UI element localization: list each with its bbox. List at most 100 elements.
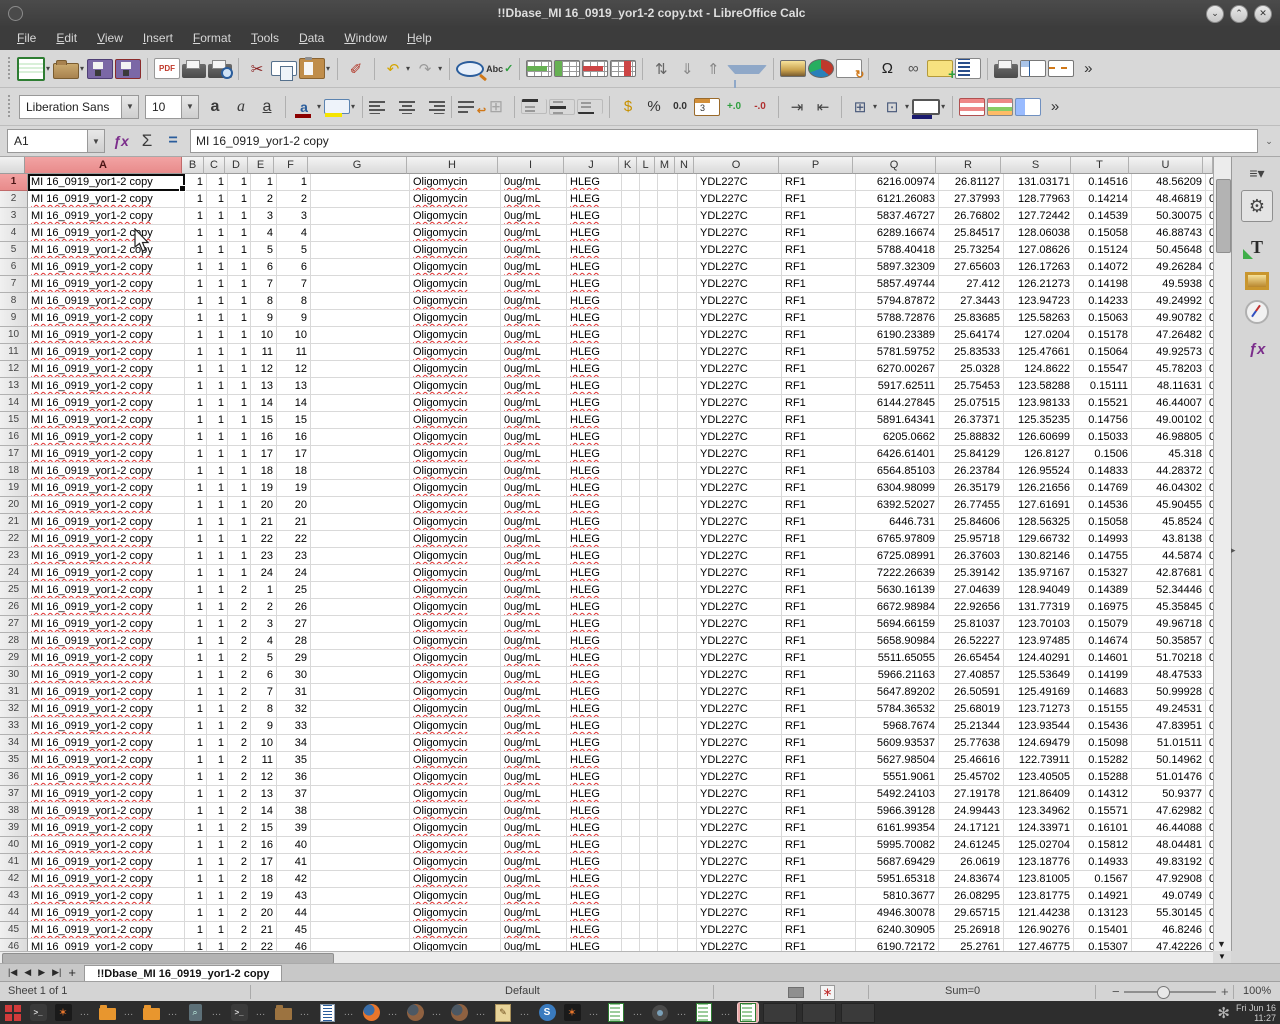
cell[interactable]: 11 [251,344,277,361]
cell[interactable]: Oligomycin [410,786,501,803]
cell[interactable]: 5891.64341 [856,412,939,429]
cell[interactable]: 1 [228,174,251,191]
cell[interactable]: 1 [185,497,207,514]
cell[interactable] [311,786,410,803]
cell[interactable]: 126.21273 [1004,276,1074,293]
row-header-35[interactable]: 35 [0,752,28,769]
cell[interactable] [311,497,410,514]
row-header-27[interactable]: 27 [0,616,28,633]
cell[interactable]: RF1 [782,939,856,951]
vertical-scrollbar-thumb[interactable] [1216,179,1231,253]
cell[interactable]: 0.15033 [1074,429,1132,446]
cell[interactable]: 0ug/mL [501,718,567,735]
cell[interactable] [678,531,697,548]
cell[interactable]: MI 16_0919_yor1-2 copy [28,412,185,429]
cell[interactable]: 1 [207,888,228,905]
cell[interactable]: RF1 [782,548,856,565]
formula-input[interactable]: MI 16_0919_yor1-2 copy [190,129,1258,153]
row-header-36[interactable]: 36 [0,769,28,786]
column-header-N[interactable]: N [675,157,694,174]
column-header-J[interactable]: J [564,157,619,174]
cell[interactable]: 1 [185,548,207,565]
cell[interactable]: 5784.36532 [856,701,939,718]
cell[interactable]: 35 [277,752,311,769]
cell[interactable]: RF1 [782,191,856,208]
highlighting-color-icon[interactable] [324,99,350,114]
cell[interactable]: 8 [251,293,277,310]
cell[interactable]: HLEG [567,191,622,208]
cell[interactable] [658,548,678,565]
cell[interactable]: HLEG [567,667,622,684]
cell[interactable]: HLEG [567,854,622,871]
cell[interactable]: 0. [1206,242,1213,259]
cell[interactable]: 0.14536 [1074,497,1132,514]
cell[interactable]: 25.73254 [939,242,1004,259]
zoom-in-icon[interactable]: + [1221,984,1229,999]
cell[interactable]: RF1 [782,888,856,905]
cell[interactable]: 124.33971 [1004,820,1074,837]
cell[interactable] [640,582,658,599]
cell[interactable] [311,395,410,412]
cell[interactable] [678,548,697,565]
cell[interactable] [678,752,697,769]
cell[interactable]: Oligomycin [410,395,501,412]
cell[interactable]: YDL227C [697,650,782,667]
cell[interactable]: 0. [1206,531,1213,548]
cell[interactable] [658,327,678,344]
cell[interactable]: 0ug/mL [501,854,567,871]
copy-icon[interactable] [271,61,297,76]
cell[interactable]: 5788.40418 [856,242,939,259]
toolbar-overflow-icon[interactable]: » [1076,57,1100,81]
cell[interactable]: 27.65603 [939,259,1004,276]
cell[interactable]: 45.90455 [1132,497,1206,514]
zoom-out-icon[interactable]: − [1112,984,1120,999]
cell[interactable]: 0. [1206,769,1213,786]
cell[interactable]: 15 [251,412,277,429]
cell[interactable] [658,803,678,820]
vertical-scrollbar[interactable]: ▼ [1213,157,1231,951]
cell[interactable] [678,463,697,480]
cell[interactable]: 0. [1206,599,1213,616]
cell[interactable]: 123.98133 [1004,395,1074,412]
cell[interactable]: 124.40291 [1004,650,1074,667]
cell[interactable]: 1 [228,276,251,293]
cell[interactable]: 0. [1206,684,1213,701]
cell[interactable]: 27 [277,616,311,633]
sheet-tab-active[interactable]: !!Dbase_MI 16_0919_yor1-2 copy [84,965,282,981]
cell[interactable]: 0.15111 [1074,378,1132,395]
cell[interactable]: 46 [277,939,311,951]
cell[interactable] [311,514,410,531]
cell[interactable]: 51.01511 [1132,735,1206,752]
cell[interactable]: 1 [207,191,228,208]
cell[interactable]: 29 [277,650,311,667]
cell[interactable]: 0ug/mL [501,599,567,616]
cell[interactable]: 5857.49744 [856,276,939,293]
cell[interactable] [622,191,640,208]
cell[interactable]: Oligomycin [410,922,501,939]
cell[interactable]: 5511.65055 [856,650,939,667]
cell[interactable] [311,174,410,191]
cell[interactable]: 124.69479 [1004,735,1074,752]
cell[interactable]: 2 [228,735,251,752]
cell[interactable] [640,888,658,905]
cell[interactable]: 25.75453 [939,378,1004,395]
cell[interactable]: 47.62982 [1132,803,1206,820]
font-name-combo[interactable]: Liberation Sans ▼ [19,95,139,119]
cell[interactable]: 25.07515 [939,395,1004,412]
cell[interactable] [622,497,640,514]
cell[interactable] [678,735,697,752]
align-top-icon[interactable] [521,99,547,114]
cell[interactable]: 0.14199 [1074,667,1132,684]
cell[interactable]: Oligomycin [410,633,501,650]
cell[interactable]: Oligomycin [410,344,501,361]
cell[interactable]: 123.71273 [1004,701,1074,718]
cell[interactable]: 1 [207,497,228,514]
cell[interactable]: 0. [1206,616,1213,633]
row-header-2[interactable]: 2 [0,191,28,208]
cell[interactable]: YDL227C [697,633,782,650]
cell[interactable]: MI 16_0919_yor1-2 copy [28,480,185,497]
window-list-more[interactable]: … [675,1007,689,1018]
cell[interactable]: 1 [207,752,228,769]
cell[interactable]: 1 [207,718,228,735]
cell[interactable] [640,463,658,480]
